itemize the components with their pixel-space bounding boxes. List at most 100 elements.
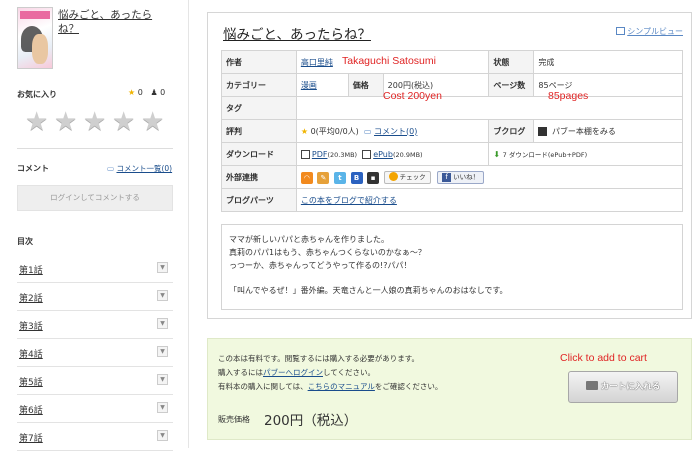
table-of-contents: 第1話 ▼ 第2話 ▼ 第3話 ▼ 第4話 ▼ 第5話 ▼ 第6話 ▼ 第7話 ▼ [17, 255, 173, 451]
toc-item-label[interactable]: 第7話 [19, 431, 43, 444]
cart-icon [585, 381, 598, 390]
description-line: ママが新しいパパと赤ちゃんを作りました。 [229, 235, 389, 244]
mixi-check-label: チェック [399, 173, 426, 181]
table-row: ダウンロード PDF(20.3MB) ePub(20.9MB) ⬇ 7 ダウンロ… [221, 142, 683, 166]
toc-item-label[interactable]: 第2話 [19, 291, 43, 304]
chevron-down-icon[interactable]: ▼ [157, 262, 168, 273]
status-label: 状態 [488, 50, 535, 74]
toc-item[interactable]: 第7話 ▼ [17, 423, 173, 451]
sidebar-book-title[interactable]: 悩みごと、あったらね？ [58, 8, 168, 36]
rating-star-5-icon[interactable]: ★ [141, 109, 164, 135]
purchase-note: 購入するにはパブーへログインしてください。 [218, 368, 376, 377]
hatena-icon[interactable]: B [350, 172, 363, 184]
external-label: 外部連携 [221, 165, 297, 189]
toc-item[interactable]: 第3話 ▼ [17, 311, 173, 339]
chevron-down-icon[interactable]: ▼ [157, 374, 168, 385]
purchase-notes: この本は有料です。閲覧するには購入する必要があります。 購入するにはパブーへログ… [218, 352, 442, 394]
pdf-size: (20.3MB) [327, 150, 358, 159]
bookmark-icon[interactable]: ✎ [317, 172, 330, 184]
simple-view-label[interactable]: シンプルビュー [627, 27, 683, 36]
category-link[interactable]: 漫画 [301, 81, 317, 90]
facebook-like-label: いいね！ [453, 173, 480, 181]
comment-icon: ▭ [107, 164, 115, 173]
status-value: 完成 [533, 50, 683, 74]
rss-icon[interactable]: ◠ [300, 172, 313, 184]
epub-download-link[interactable]: ePub [373, 150, 393, 159]
toc-item[interactable]: 第5話 ▼ [17, 367, 173, 395]
category-label: カテゴリー [221, 73, 297, 97]
toc-item-label[interactable]: 第6話 [19, 403, 43, 416]
tag-value [295, 96, 684, 120]
toc-item[interactable]: 第2話 ▼ [17, 283, 173, 311]
author-link[interactable]: 高口里純 [301, 58, 333, 67]
page-title[interactable]: 悩みごと、あったらね？ [223, 23, 371, 43]
table-row: 評判 ★ 0(平均0/0人) ▭ コメント(0) ブクログ パブー本棚をみる [221, 119, 683, 143]
simple-view-link[interactable]: シンプルビュー [616, 26, 683, 37]
add-to-cart-button[interactable]: カートに入れる [568, 371, 678, 403]
book-info-panel: 悩みごと、あったらね？ シンプルビュー 作者 高口里純 状態 完成 カテゴリー … [207, 12, 692, 319]
rating-stars[interactable]: ★ ★ ★ ★ ★ [25, 109, 164, 135]
comment-list-label[interactable]: コメント一覧(0) [116, 164, 172, 173]
toc-item-label[interactable]: 第4話 [19, 347, 43, 360]
epub-icon [362, 149, 372, 159]
window-icon [616, 27, 626, 35]
annotation-cost: Cost 200yen [383, 90, 442, 102]
manual-link[interactable]: こちらのマニュアル [308, 382, 375, 391]
comment-list-link[interactable]: ▭ コメント一覧(0) [107, 163, 172, 174]
table-row: 外部連携 ◠ ✎ t B ▪ チェック f いいね！ [221, 165, 684, 189]
external-cell: ◠ ✎ t B ▪ チェック f いいね！ [295, 165, 684, 189]
toc-item[interactable]: 第6話 ▼ [17, 395, 173, 423]
rating-star-4-icon[interactable]: ★ [112, 109, 135, 135]
add-to-cart-label: カートに入れる [600, 382, 661, 392]
book-cover-thumbnail[interactable] [17, 7, 53, 69]
twitter-icon[interactable]: t [333, 172, 346, 184]
toc-item[interactable]: 第4話 ▼ [17, 339, 173, 367]
comment-count-link[interactable]: コメント(0) [374, 127, 417, 136]
booklog-cell: パブー本棚をみる [533, 119, 683, 143]
chevron-down-icon[interactable]: ▼ [157, 290, 168, 301]
toc-item-label[interactable]: 第5話 [19, 375, 43, 388]
favorites-label: お気に入り [17, 90, 57, 99]
chevron-down-icon[interactable]: ▼ [157, 402, 168, 413]
mixi-check-button[interactable]: チェック [383, 171, 431, 184]
pages-label: ページ数 [488, 73, 535, 97]
favorites-count: 0 [137, 88, 143, 97]
rating-value: 0(平均0/0人) [310, 126, 359, 136]
chevron-down-icon[interactable]: ▼ [157, 430, 168, 441]
comment-icon: ▭ [363, 126, 372, 136]
rating-star-1-icon[interactable]: ★ [25, 109, 48, 135]
download-arrow-icon: ⬇ [493, 150, 501, 159]
rating-star-2-icon[interactable]: ★ [54, 109, 77, 135]
toc-item[interactable]: 第1話 ▼ [17, 255, 173, 283]
user-icon: ♟ [150, 88, 158, 97]
category-cell: 漫画 [295, 73, 349, 97]
chevron-down-icon[interactable]: ▼ [157, 346, 168, 357]
booklog-label: ブクログ [488, 119, 535, 143]
tag-label: タグ [221, 96, 297, 120]
author-label: 作者 [221, 50, 297, 74]
login-link[interactable]: パブーへログイン [263, 368, 323, 377]
blogparts-cell: この本をブログで紹介する [295, 188, 684, 212]
login-to-comment-button[interactable]: ログインしてコメントする [17, 185, 173, 211]
table-row: ブログパーツ この本をブログで紹介する [221, 188, 684, 212]
purchase-panel: この本は有料です。閲覧するには購入する必要があります。 購入するにはパブーへログ… [207, 338, 692, 440]
toc-label: 目次 [17, 237, 33, 246]
pdf-icon [300, 149, 310, 159]
rating-star-3-icon[interactable]: ★ [83, 109, 106, 135]
booklog-link[interactable]: パブー本棚をみる [552, 127, 616, 136]
purchase-note: この本は有料です。閲覧するには購入する必要があります。 [218, 354, 419, 363]
download-format: (ePub+PDF) [547, 151, 588, 159]
price-label: 価格 [347, 73, 384, 97]
toc-item-label[interactable]: 第3話 [19, 319, 43, 332]
chevron-down-icon[interactable]: ▼ [157, 318, 168, 329]
description-line: 「叫んでやるぜ！」番外編。天竜さんと一人娘の真莉ちゃんのおはなしです。 [229, 286, 508, 295]
star-icon: ★ [128, 88, 136, 97]
toc-item-label[interactable]: 第1話 [19, 263, 43, 276]
delicious-icon[interactable]: ▪ [367, 172, 380, 184]
star-icon: ★ [300, 126, 309, 136]
blogparts-link[interactable]: この本をブログで紹介する [301, 196, 397, 205]
book-info-table: 作者 高口里純 状態 完成 カテゴリー 漫画 価格 200円(税込) ページ数 … [221, 50, 684, 212]
blogparts-label: ブログパーツ [221, 188, 297, 212]
pdf-download-link[interactable]: PDF [312, 150, 328, 159]
facebook-like-button[interactable]: f いいね！ [437, 171, 485, 184]
